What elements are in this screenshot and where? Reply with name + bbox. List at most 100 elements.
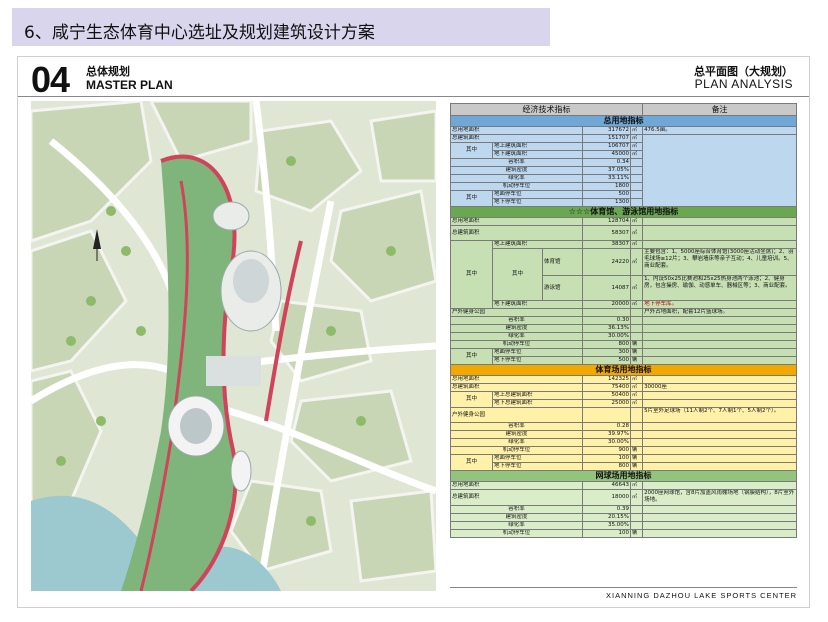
row-unit: 辆 [629, 462, 644, 471]
row-value: 30.00% [582, 438, 631, 447]
row-sublabel: 地上建筑面积 [492, 240, 583, 249]
row-value: 500 [582, 356, 631, 365]
row-label: 容积率 [450, 316, 583, 325]
row-label: 建筑密度 [450, 324, 583, 333]
row-label: 户外健身公园 [450, 308, 583, 317]
row-value: 300 [582, 348, 631, 357]
row-sublabel: 地面停车位 [492, 454, 583, 463]
row-label: 机动停车位 [450, 446, 583, 455]
row-label: 总用地面积 [450, 481, 583, 490]
row-value: 151707 [582, 134, 631, 143]
row-note: 主要包含：1、5000座综合体育馆(3000座活动坐席)；2、羽毛球场≥12片；… [642, 248, 798, 276]
row-note: 476.5亩。 [642, 126, 798, 135]
row-sublabel: 地上建筑面积 [492, 142, 583, 151]
row-note: 地下停车库。 [642, 300, 798, 309]
row-unit: ㎡ [629, 225, 644, 241]
row-unit: 辆 [629, 348, 644, 357]
row-unit: 辆 [629, 340, 644, 349]
row-unit: ㎡ [629, 489, 644, 506]
row-note: 5片室外足球场（11人制2个、7人制1个、5人制2个）。 [642, 407, 798, 423]
row-label: 其中 [450, 142, 493, 159]
col-header-notes: 备注 [642, 103, 798, 116]
right-title-en: PLAN ANALYSIS [694, 77, 793, 91]
row-value: 900 [582, 446, 631, 455]
row-label: 绿化率 [450, 521, 583, 530]
row-sublabel: 地面停车位 [492, 190, 583, 199]
row-note: 1、内设50x25比赛池和25x25热身池两个泳池；2、健身房，包含操房、瑜伽、… [642, 275, 798, 301]
row-value: 1300 [582, 198, 631, 207]
row-unit: ㎡ [629, 375, 644, 384]
row-unit: 辆 [629, 529, 644, 538]
row-sublabel: 地下停车位 [492, 462, 583, 471]
row-label: 容积率 [450, 505, 583, 514]
row-sublabel: 体育馆 [542, 248, 583, 276]
row-unit: ㎡ [629, 391, 644, 400]
row-value: 75400 [582, 383, 631, 392]
row-label: 总建筑面积 [450, 489, 583, 506]
section-number: 04 [31, 59, 70, 100]
row-note [642, 134, 798, 207]
row-unit: ㎡ [629, 217, 644, 226]
header-divider [18, 96, 809, 97]
row-value: 100 [582, 454, 631, 463]
row-value: 106707 [582, 142, 631, 151]
row-label: 建筑密度 [450, 430, 583, 439]
row-label: 机动停车位 [450, 529, 583, 538]
row-value: 317672 [582, 126, 631, 135]
section-title-stadium: 体育场用地指标 [449, 364, 798, 376]
row-value: 30.00% [582, 332, 631, 341]
row-label: 总建筑面积 [450, 134, 583, 143]
row-sublabel: 地下总建筑面积 [492, 399, 583, 408]
row-unit: ㎡ [629, 275, 644, 301]
row-unit: 辆 [629, 356, 644, 365]
row-value: 50400 [582, 391, 631, 400]
row-value: 0.28 [582, 422, 631, 431]
row-label: 总建筑面积 [450, 383, 583, 392]
row-unit: ㎡ [629, 240, 644, 249]
row-value: 24220 [582, 248, 631, 276]
row-note: 30000座 [642, 383, 798, 392]
row-value: 500 [582, 190, 631, 199]
row-note: 2000座网球馆，含8片加盖风雨棚场地（钢膜结构），8片室外场地。 [642, 489, 798, 506]
row-label: 机动停车位 [450, 340, 583, 349]
row-unit: ㎡ [629, 134, 644, 143]
row-label: 建筑密度 [450, 513, 583, 522]
row-label: 绿化率 [450, 332, 583, 341]
row-unit: ㎡ [629, 150, 644, 159]
section-title-tennis: 网球场用地指标 [449, 470, 798, 482]
row-label: 容积率 [450, 422, 583, 431]
row-value: 25000 [582, 399, 631, 408]
row-label: 总用地面积 [450, 217, 583, 226]
row-sublabel: 游泳馆 [542, 275, 583, 301]
row-sublabel: 地面停车位 [492, 348, 583, 357]
section-title-gym-pool: ☆☆☆体育馆、游泳馆用地指标 [449, 206, 798, 218]
row-sublabel: 地下建筑面积 [492, 150, 583, 159]
row-label: 户外健身公园 [450, 407, 583, 423]
row-value: 18000 [582, 489, 631, 506]
row-value: 800 [582, 340, 631, 349]
row-unit: 辆 [629, 454, 644, 463]
row-value: 46643 [582, 481, 631, 490]
row-label: 容积率 [450, 158, 583, 167]
row-unit: ㎡ [629, 481, 644, 490]
row-label: 其中 [450, 240, 493, 309]
row-label: 绿化率 [450, 174, 583, 183]
row-value: 38307 [582, 240, 631, 249]
row-label: 总建筑面积 [450, 225, 583, 241]
col-header-indicators: 经济技术指标 [449, 103, 644, 116]
slide: 04 总体规划 MASTER PLAN 总平面图（大规划） PLAN ANALY… [17, 56, 810, 608]
title-cn: 总体规划 [86, 65, 130, 78]
row-label: 其中 [450, 348, 493, 365]
row-unit: ㎡ [629, 300, 644, 309]
row-sublabel: 地上总建筑面积 [492, 391, 583, 400]
row-value: 20000 [582, 300, 631, 309]
row-label: 绿化率 [450, 438, 583, 447]
row-sublabel: 地下建筑面积 [492, 300, 583, 309]
row-label: 建筑密度 [450, 166, 583, 175]
row-unit: ㎡ [629, 383, 644, 392]
row-value: 20.15% [582, 513, 631, 522]
row-label: 总用地面积 [450, 126, 583, 135]
row-unit: ㎡ [629, 248, 644, 276]
row-label: 其中 [450, 391, 493, 408]
row-value: 35.00% [582, 521, 631, 530]
